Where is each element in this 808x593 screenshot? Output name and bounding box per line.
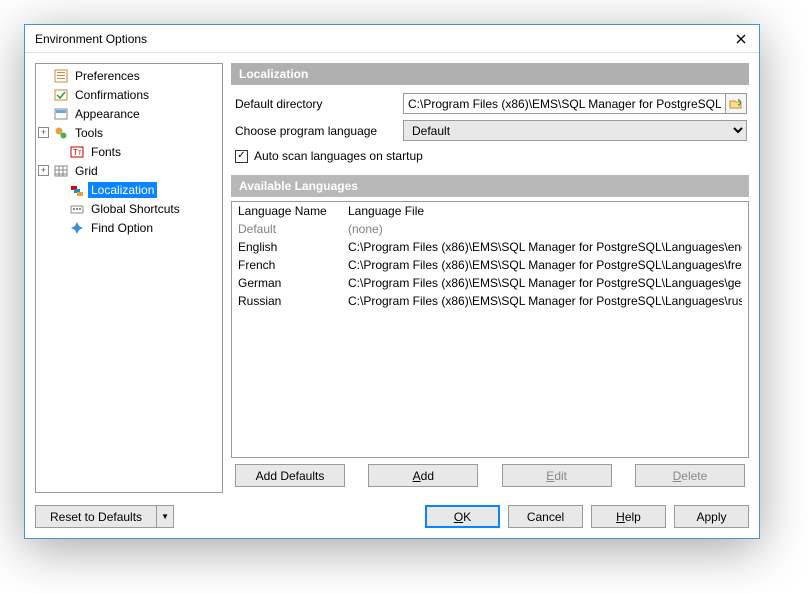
help-button[interactable]: Help [591, 505, 666, 528]
list-header: Language NameLanguage File [232, 202, 748, 220]
tree-item-grid[interactable]: + Grid [36, 161, 222, 180]
list-item[interactable]: GermanC:\Program Files (x86)\EMS\SQL Man… [232, 274, 748, 292]
form-area: Default directory Choose program languag… [231, 85, 749, 175]
choose-language-label: Choose program language [233, 124, 403, 138]
tree-item-find-option[interactable]: Find Option [36, 218, 222, 237]
reset-to-defaults-button[interactable]: Reset to Defaults ▼ [35, 505, 174, 528]
autoscan-checkbox[interactable]: ✓ [235, 150, 248, 163]
cancel-button[interactable]: Cancel [508, 505, 583, 528]
list-item[interactable]: EnglishC:\Program Files (x86)\EMS\SQL Ma… [232, 238, 748, 256]
titlebar: Environment Options [25, 25, 759, 53]
tree-item-fonts[interactable]: TT Fonts [36, 142, 222, 161]
list-item[interactable]: Default(none) [232, 220, 748, 238]
dialog-footer: Reset to Defaults ▼ OK Cancel Help Apply [25, 499, 759, 538]
add-button[interactable]: Add [368, 464, 478, 487]
folder-open-icon [729, 97, 743, 111]
expand-icon[interactable]: + [38, 127, 49, 138]
tree-item-localization[interactable]: Localization [36, 180, 222, 199]
environment-options-dialog: Environment Options Preferences Confirma… [24, 24, 760, 539]
default-directory-input[interactable] [403, 93, 726, 114]
grid-icon [53, 163, 69, 179]
settings-panel: Localization Default directory Choose pr… [231, 63, 749, 493]
svg-text:T: T [78, 151, 82, 157]
autoscan-label: Auto scan languages on startup [254, 149, 423, 163]
apply-button[interactable]: Apply [674, 505, 749, 528]
tree-item-global-shortcuts[interactable]: Global Shortcuts [36, 199, 222, 218]
shortcuts-icon [69, 201, 85, 217]
tree-item-preferences[interactable]: Preferences [36, 66, 222, 85]
browse-button[interactable] [726, 93, 747, 114]
choose-language-select[interactable]: Default [403, 120, 747, 141]
appearance-icon [53, 106, 69, 122]
list-item[interactable]: RussianC:\Program Files (x86)\EMS\SQL Ma… [232, 292, 748, 310]
dropdown-icon[interactable]: ▼ [157, 505, 174, 528]
close-button[interactable] [729, 29, 753, 49]
list-item[interactable]: FrenchC:\Program Files (x86)\EMS\SQL Man… [232, 256, 748, 274]
tools-icon [53, 125, 69, 141]
tree-item-confirmations[interactable]: Confirmations [36, 85, 222, 104]
tree-item-appearance[interactable]: Appearance [36, 104, 222, 123]
tree-item-tools[interactable]: + Tools [36, 123, 222, 142]
section-header-available: Available Languages [231, 175, 749, 197]
localization-icon [69, 182, 85, 198]
preferences-icon [53, 68, 69, 84]
delete-button[interactable]: Delete [635, 464, 745, 487]
confirmations-icon [53, 87, 69, 103]
expand-icon[interactable]: + [38, 165, 49, 176]
languages-list[interactable]: Language NameLanguage FileDefault(none)E… [231, 201, 749, 458]
nav-tree[interactable]: Preferences Confirmations Appearance + [35, 63, 223, 493]
section-header-localization: Localization [231, 63, 749, 85]
default-directory-label: Default directory [233, 97, 403, 111]
find-icon [69, 220, 85, 236]
lang-buttons-row: Add Defaults Add Edit Delete [231, 458, 749, 493]
add-defaults-button[interactable]: Add Defaults [235, 464, 345, 487]
fonts-icon: TT [69, 144, 85, 160]
ok-button[interactable]: OK [425, 505, 500, 528]
edit-button[interactable]: Edit [502, 464, 612, 487]
window-title: Environment Options [35, 32, 729, 46]
